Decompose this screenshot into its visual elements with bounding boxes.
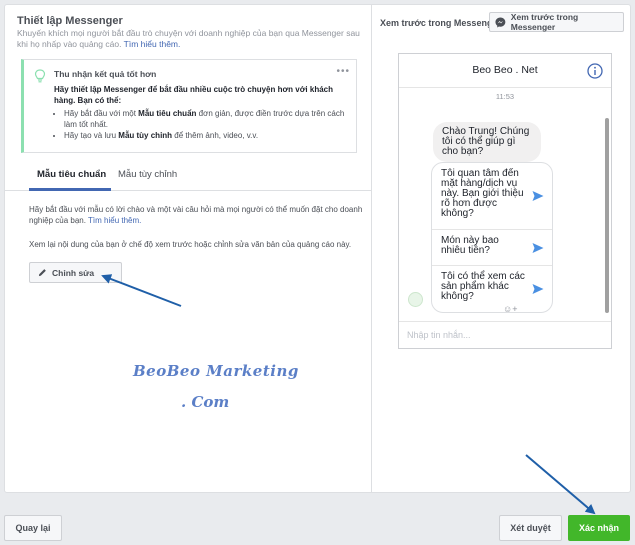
lightbulb-icon (34, 69, 46, 83)
message-timestamp: 11:53 (495, 92, 515, 101)
page-avatar (408, 292, 423, 307)
tip-heading: Thu nhận kết quả tốt hơn (54, 69, 157, 79)
edit-button-label: Chỉnh sửa (52, 267, 95, 278)
template-description: Hãy bắt đầu với mẫu có lời chào và một v… (29, 205, 363, 225)
messenger-icon (495, 17, 506, 27)
template-tabs: Mẫu tiêu chuẩn Mẫu tùy chỉnh (5, 161, 371, 191)
section-title: Thiết lập Messenger (17, 15, 123, 27)
tip-body: Hãy thiết lập Messenger để bắt đầu nhiều… (54, 85, 352, 143)
tip-intro: Hãy thiết lập Messenger để bắt đầu nhiều… (54, 85, 333, 105)
watermark-line1: BeoBeo Marketing (133, 362, 299, 380)
quick-questions: Tôi quan tâm đến mặt hàng/dịch vụ này. B… (431, 162, 553, 313)
add-reaction-icon[interactable]: ☺+ (503, 304, 517, 314)
messenger-setup-panel: Thiết lập Messenger Khuyến khích mọi ngư… (4, 4, 631, 493)
send-icon (532, 284, 544, 294)
more-options-icon[interactable]: ••• (336, 66, 350, 77)
preview-button-label: Xem trước trong Messenger (510, 12, 579, 32)
learn-more-link[interactable]: Tìm hiểu thêm. (124, 39, 181, 49)
tip-box: Thu nhận kết quả tốt hơn ••• Hãy thiết l… (21, 59, 357, 153)
quick-question-item[interactable]: Tôi quan tâm đến mặt hàng/dịch vụ này. B… (432, 163, 552, 230)
section-subtitle: Khuyến khích mọi người bắt đầu trò chuyệ… (17, 28, 362, 50)
preview-section: Xem trước trong Messenger Xem trước tron… (372, 5, 630, 492)
page-name: Beo Beo . Net (472, 64, 538, 76)
confirm-button[interactable]: Xác nhận (568, 515, 630, 541)
greeting-bubble: Chào Trung! Chúng tôi có thể giúp gì cho… (433, 122, 541, 162)
back-button[interactable]: Quay lại (4, 515, 62, 541)
tip-bullet: Hãy tạo và lưu Mẫu tùy chỉnh để thêm ảnh… (64, 131, 352, 142)
tip-list: Hãy bắt đầu với một Mẫu tiêu chuẩn đơn g… (54, 109, 352, 142)
message-composer[interactable]: Nhập tin nhắn... (399, 321, 611, 348)
chat-header: Beo Beo . Net (399, 54, 611, 88)
send-icon (532, 191, 544, 201)
quick-question-item[interactable]: Món này bao nhiêu tiền? (432, 230, 552, 266)
info-icon[interactable] (587, 63, 603, 79)
preview-in-messenger-button[interactable]: Xem trước trong Messenger (489, 12, 624, 32)
quick-question-item[interactable]: Tôi có thể xem các sản phẩm khác không? (432, 266, 552, 312)
tab-standard-template[interactable]: Mẫu tiêu chuẩn (29, 169, 111, 191)
preview-label: Xem trước trong Messenger (380, 18, 501, 28)
edit-button[interactable]: Chỉnh sửa (29, 262, 122, 283)
setup-section: Thiết lập Messenger Khuyến khích mọi ngư… (5, 5, 371, 492)
messenger-preview: Beo Beo . Net 11:53 Chào Trung! Chúng tô… (398, 53, 612, 349)
review-button[interactable]: Xét duyệt (499, 515, 562, 541)
watermark-line2: . Com (181, 393, 230, 411)
pencil-icon (38, 269, 46, 277)
tab-custom-template[interactable]: Mẫu tùy chỉnh (118, 169, 177, 180)
review-description: Xem lại nội dung của bạn ở chế độ xem tr… (29, 240, 352, 249)
subtitle-text: Khuyến khích mọi người bắt đầu trò chuyệ… (17, 28, 360, 49)
chat-scrollbar[interactable] (605, 118, 609, 313)
template-learn-more-link[interactable]: Tìm hiểu thêm. (88, 216, 141, 225)
send-icon (532, 242, 544, 253)
tip-bullet: Hãy bắt đầu với một Mẫu tiêu chuẩn đơn g… (64, 109, 352, 130)
